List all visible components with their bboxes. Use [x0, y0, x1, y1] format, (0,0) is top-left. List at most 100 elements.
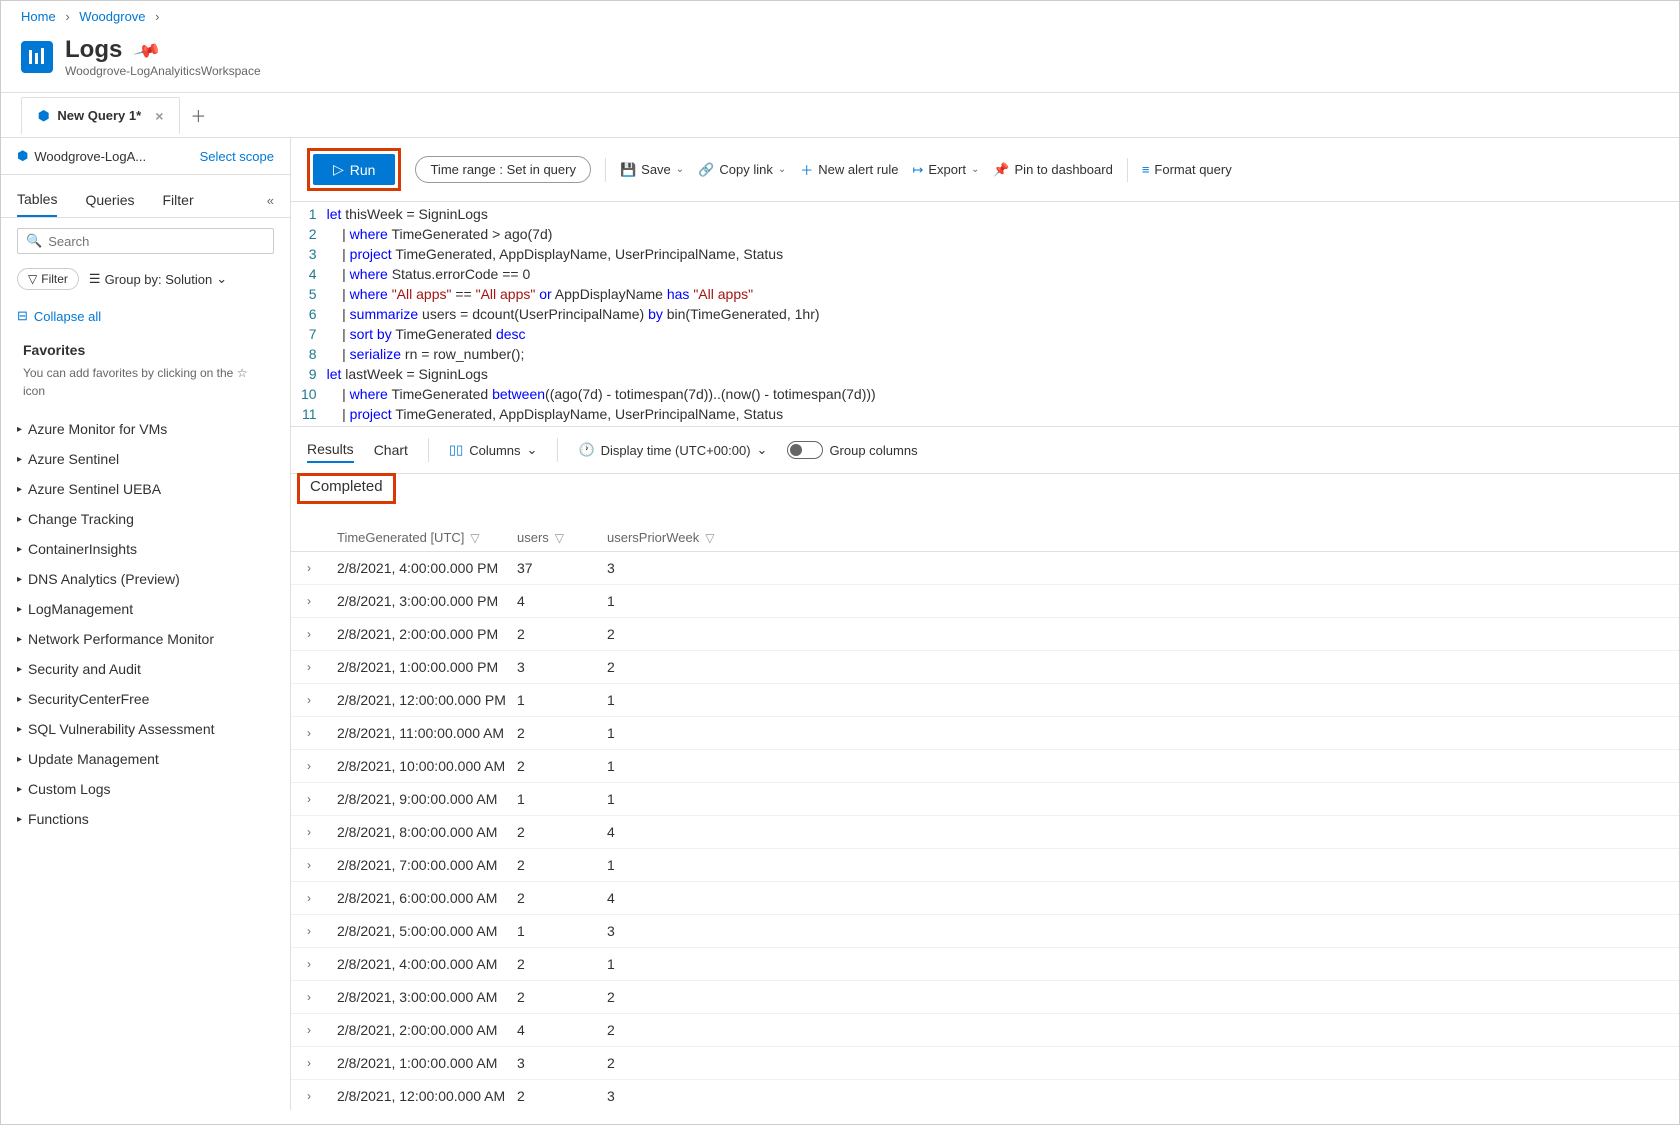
col-users[interactable]: users: [517, 530, 549, 545]
table-row[interactable]: ›2/8/2021, 9:00:00.000 AM11: [291, 783, 1679, 816]
query-editor[interactable]: 1234567891011 let thisWeek = SigninLogs …: [291, 202, 1679, 427]
group-columns-toggle[interactable]: Group columns: [787, 441, 917, 459]
expand-row-icon[interactable]: ›: [307, 891, 337, 905]
tree-item[interactable]: ▸Security and Audit: [1, 654, 290, 684]
tab-label: New Query 1*: [57, 108, 141, 123]
expand-row-icon[interactable]: ›: [307, 693, 337, 707]
search-input[interactable]: [48, 234, 265, 249]
table-row[interactable]: ›2/8/2021, 6:00:00.000 AM24: [291, 882, 1679, 915]
sidebar-tab-tables[interactable]: Tables: [17, 183, 57, 217]
filter-icon[interactable]: ▽: [705, 531, 714, 545]
close-icon[interactable]: ×: [155, 108, 163, 124]
tree-item[interactable]: ▸Network Performance Monitor: [1, 624, 290, 654]
filter-icon[interactable]: ▽: [555, 531, 564, 545]
chevron-right-icon: ›: [65, 9, 69, 24]
collapse-sidebar-icon[interactable]: «: [267, 193, 274, 208]
tree-item[interactable]: ▸Azure Sentinel: [1, 444, 290, 474]
results-tab[interactable]: Results: [307, 437, 354, 463]
table-row[interactable]: ›2/8/2021, 8:00:00.000 AM24: [291, 816, 1679, 849]
expand-row-icon[interactable]: ›: [307, 594, 337, 608]
query-icon: ⬢: [38, 108, 49, 124]
table-row[interactable]: ›2/8/2021, 1:00:00.000 PM32: [291, 651, 1679, 684]
select-scope-link[interactable]: Select scope: [200, 149, 274, 164]
expand-row-icon[interactable]: ›: [307, 1089, 337, 1103]
table-row[interactable]: ›2/8/2021, 12:00:00.000 PM11: [291, 684, 1679, 717]
col-prior[interactable]: usersPriorWeek: [607, 530, 699, 545]
tree-item[interactable]: ▸Update Management: [1, 744, 290, 774]
expand-row-icon[interactable]: ›: [307, 1023, 337, 1037]
collapse-all-link[interactable]: ⊟ Collapse all: [1, 300, 290, 332]
table-row[interactable]: ›2/8/2021, 4:00:00.000 PM373: [291, 552, 1679, 585]
breadcrumb-home[interactable]: Home: [21, 9, 56, 24]
save-button[interactable]: 💾Save⌄: [620, 162, 684, 178]
expand-row-icon[interactable]: ›: [307, 990, 337, 1004]
tree-item[interactable]: ▸Change Tracking: [1, 504, 290, 534]
table-row[interactable]: ›2/8/2021, 11:00:00.000 AM21: [291, 717, 1679, 750]
table-row[interactable]: ›2/8/2021, 5:00:00.000 AM13: [291, 915, 1679, 948]
table-row[interactable]: ›2/8/2021, 2:00:00.000 PM22: [291, 618, 1679, 651]
export-button[interactable]: ↦Export⌄: [912, 162, 979, 178]
cell-prior: 1: [607, 692, 727, 708]
columns-icon: ▯▯: [449, 442, 463, 458]
groupby-dropdown[interactable]: ☰ Group by: Solution ⌄: [89, 271, 227, 287]
tree-item[interactable]: ▸SQL Vulnerability Assessment: [1, 714, 290, 744]
sidebar-tab-filter[interactable]: Filter: [163, 184, 194, 216]
breadcrumb-woodgrove[interactable]: Woodgrove: [79, 9, 145, 24]
alert-label: New alert rule: [818, 162, 898, 177]
time-range-dropdown[interactable]: Time range : Set in query: [415, 156, 591, 183]
cell-users: 2: [517, 956, 607, 972]
display-time-dropdown[interactable]: 🕐Display time (UTC+00:00)⌄: [578, 442, 767, 458]
tree-item[interactable]: ▸DNS Analytics (Preview): [1, 564, 290, 594]
table-row[interactable]: ›2/8/2021, 7:00:00.000 AM21: [291, 849, 1679, 882]
format-query-button[interactable]: ≡Format query: [1142, 162, 1232, 177]
tree-item[interactable]: ▸Azure Sentinel UEBA: [1, 474, 290, 504]
expand-row-icon[interactable]: ›: [307, 957, 337, 971]
table-row[interactable]: ›2/8/2021, 2:00:00.000 AM42: [291, 1014, 1679, 1047]
toggle-icon: [787, 441, 823, 459]
expand-row-icon[interactable]: ›: [307, 660, 337, 674]
pin-icon: 📌: [993, 162, 1009, 178]
cell-users: 3: [517, 1055, 607, 1071]
expand-row-icon[interactable]: ›: [307, 627, 337, 641]
table-row[interactable]: ›2/8/2021, 10:00:00.000 AM21: [291, 750, 1679, 783]
filter-button[interactable]: ▽ Filter: [17, 268, 79, 290]
table-row[interactable]: ›2/8/2021, 3:00:00.000 AM22: [291, 981, 1679, 1014]
expand-row-icon[interactable]: ›: [307, 759, 337, 773]
chevron-down-icon: ⌄: [778, 164, 786, 175]
tab-new-query[interactable]: ⬢ New Query 1* ×: [21, 97, 180, 134]
expand-row-icon[interactable]: ›: [307, 792, 337, 806]
filter-icon[interactable]: ▽: [470, 531, 479, 545]
table-row[interactable]: ›2/8/2021, 12:00:00.000 AM23: [291, 1080, 1679, 1110]
tree-item[interactable]: ▸LogManagement: [1, 594, 290, 624]
copy-link-button[interactable]: 🔗Copy link⌄: [698, 162, 786, 178]
code-area[interactable]: let thisWeek = SigninLogs | where TimeGe…: [327, 202, 876, 426]
expand-row-icon[interactable]: ›: [307, 825, 337, 839]
new-alert-button[interactable]: ＋New alert rule: [800, 160, 898, 179]
cell-time: 2/8/2021, 4:00:00.000 PM: [337, 560, 517, 576]
table-row[interactable]: ›2/8/2021, 3:00:00.000 PM41: [291, 585, 1679, 618]
columns-dropdown[interactable]: ▯▯Columns⌄: [449, 442, 538, 458]
tree-item[interactable]: ▸ContainerInsights: [1, 534, 290, 564]
table-row[interactable]: ›2/8/2021, 4:00:00.000 AM21: [291, 948, 1679, 981]
expand-row-icon[interactable]: ›: [307, 858, 337, 872]
pin-dashboard-button[interactable]: 📌Pin to dashboard: [993, 162, 1112, 178]
workspace-scope[interactable]: ⬢ Woodgrove-LogA...: [17, 148, 146, 164]
expand-row-icon[interactable]: ›: [307, 1056, 337, 1070]
line-gutter: 1234567891011: [291, 202, 327, 426]
run-button[interactable]: ▷ Run: [313, 154, 395, 185]
tree-item[interactable]: ▸Custom Logs: [1, 774, 290, 804]
expand-row-icon[interactable]: ›: [307, 561, 337, 575]
sidebar-tab-queries[interactable]: Queries: [85, 184, 134, 216]
expand-row-icon[interactable]: ›: [307, 726, 337, 740]
tree-item[interactable]: ▸Functions: [1, 804, 290, 834]
cell-time: 2/8/2021, 2:00:00.000 PM: [337, 626, 517, 642]
expand-row-icon[interactable]: ›: [307, 924, 337, 938]
pin-icon[interactable]: 📌: [132, 37, 162, 66]
col-time[interactable]: TimeGenerated [UTC]: [337, 530, 464, 545]
table-row[interactable]: ›2/8/2021, 1:00:00.000 AM32: [291, 1047, 1679, 1080]
tree-item[interactable]: ▸SecurityCenterFree: [1, 684, 290, 714]
workspace-name: Woodgrove-LogA...: [34, 149, 146, 164]
chart-tab[interactable]: Chart: [374, 438, 408, 462]
tree-item[interactable]: ▸Azure Monitor for VMs: [1, 414, 290, 444]
add-tab-button[interactable]: ＋: [180, 93, 216, 137]
